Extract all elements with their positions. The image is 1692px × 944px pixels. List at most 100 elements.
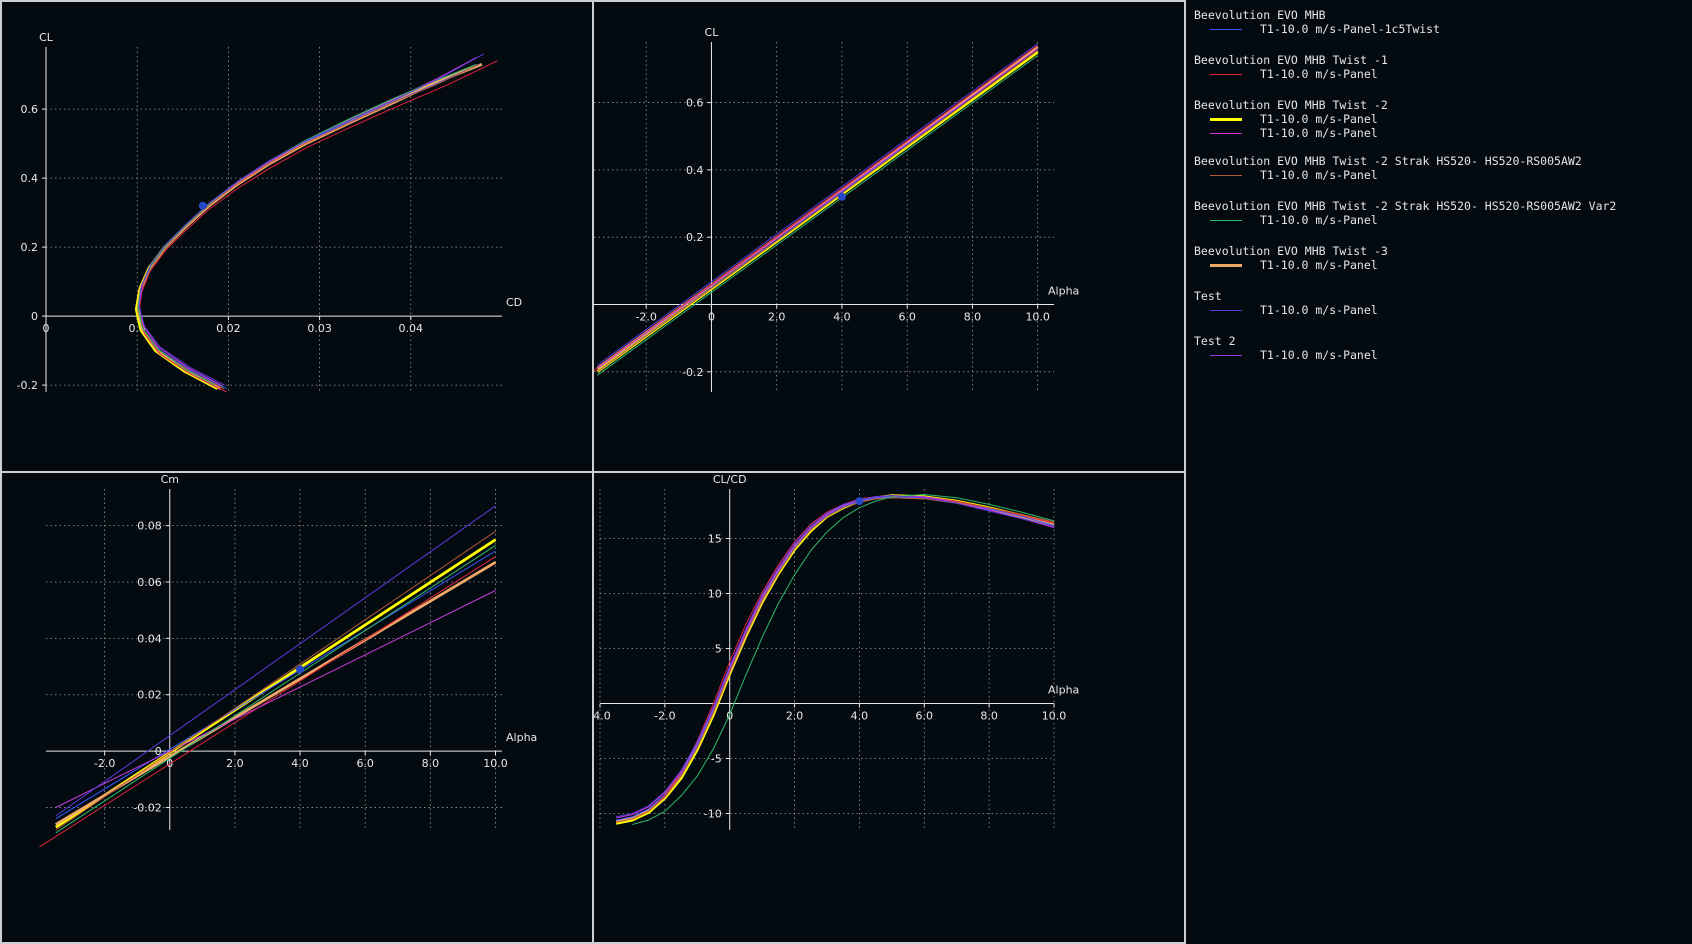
x-tick-label: 4.0 <box>291 757 309 770</box>
y-tick-label: -5 <box>711 753 722 766</box>
y-tick-label: 10 <box>708 588 722 601</box>
legend-entry-label: T1-10.0 m/s-Panel <box>1260 126 1378 140</box>
legend-group: Beevolution EVO MHB Twist -2 T1-10.0 m/s-… <box>1194 98 1684 140</box>
legend-group: Beevolution EVO MHB Twist -2 Strak HS520… <box>1194 199 1684 227</box>
x-tick-label: 8.0 <box>964 311 982 324</box>
x-tick-label: 0 <box>708 311 715 324</box>
legend-entry: T1-10.0 m/s-Panel <box>1194 67 1684 81</box>
legend-entry: T1-10.0 m/s-Panel <box>1194 168 1684 182</box>
legend-entry: T1-10.0 m/s-Panel-1c5Twist <box>1194 22 1684 36</box>
legend-group: Test 2 T1-10.0 m/s-Panel <box>1194 334 1684 362</box>
legend-swatch <box>1210 220 1242 221</box>
legend-swatch <box>1210 118 1242 121</box>
legend-entry: T1-10.0 m/s-Panel <box>1194 213 1684 227</box>
legend-swatch <box>1210 29 1242 30</box>
legend-group-title: Beevolution EVO MHB Twist -2 Strak HS520… <box>1194 154 1582 168</box>
operating-point-marker <box>296 665 305 674</box>
y-tick-label: 0.08 <box>137 520 162 533</box>
y-tick-label: -0.2 <box>682 366 703 379</box>
legend-swatch <box>1210 175 1242 176</box>
legend-group: Beevolution EVO MHB Twist -3 T1-10.0 m/s-… <box>1194 244 1684 272</box>
chart-panel-cl-vs-alpha[interactable]: -2.0 0 2.0 4.0 6.0 8.0 10.0 -0.2 0.2 0.4 0.6 Alpha C… <box>592 0 1186 473</box>
series-line-1 <box>39 556 496 848</box>
grid <box>594 42 1054 392</box>
y-tick-label: 0.4 <box>21 172 39 185</box>
x-tick-label: 4.0 <box>833 311 851 324</box>
y-tick-label: -0.2 <box>17 379 38 392</box>
legend-entry-label: T1-10.0 m/s-Panel <box>1260 168 1378 182</box>
series-line-5 <box>597 55 1038 376</box>
chart-panel-clcd-vs-alpha[interactable]: -4.0-2.002.04.06.08.010.0-10-551015Alpha… <box>592 471 1186 944</box>
x-tick-label: 2.0 <box>786 710 804 723</box>
x-tick-label: 10.0 <box>1042 710 1067 723</box>
x-tick-label: 10.0 <box>1025 311 1050 324</box>
legend-group: Beevolution EVO MHB Twist -1 T1-10.0 m/s-… <box>1194 53 1684 81</box>
x-tick-label: 0.03 <box>307 322 332 335</box>
legend-swatch <box>1210 74 1242 75</box>
series-line-5 <box>55 544 496 834</box>
x-tick-label: 6.0 <box>916 710 934 723</box>
y-axis-label: CL/CD <box>713 473 747 486</box>
x-tick-label: 6.0 <box>898 311 916 324</box>
y-tick-label: 0.4 <box>686 164 704 177</box>
y-tick-label: 0.06 <box>137 576 162 589</box>
legend-entry-label: T1-10.0 m/s-Panel <box>1260 67 1378 81</box>
y-tick-label: 0.6 <box>21 103 39 116</box>
legend-group-title: Test <box>1194 289 1222 303</box>
series-line-3 <box>55 590 496 808</box>
y-axis-label: Cm <box>161 473 179 486</box>
legend-swatch <box>1210 264 1242 267</box>
operating-point-marker <box>855 497 864 506</box>
series-group <box>134 53 498 393</box>
legend-entry: T1-10.0 m/s-Panel <box>1194 348 1684 362</box>
series-line-7 <box>616 495 1055 818</box>
x-tick-label: 0 <box>43 322 50 335</box>
y-tick-label: 0.6 <box>686 97 704 110</box>
x-tick-label: 2.0 <box>768 311 786 324</box>
x-tick-label: 0.04 <box>399 322 424 335</box>
legend-entry: T1-10.0 m/s-Panel <box>1194 258 1684 272</box>
chart-panel-cl-vs-cd[interactable]: 0 0.0 0.02 0.03 0.04 -0.2 0 0.2 0.4 0.6 CD CL <box>0 0 594 473</box>
grid <box>46 47 502 392</box>
legend-group-title: Beevolution EVO MHB Twist -2 <box>1194 98 1388 112</box>
legend-entry-label: T1-10.0 m/s-Panel-1c5Twist <box>1260 22 1441 36</box>
operating-point-marker <box>198 201 207 210</box>
legend-group-title: Beevolution EVO MHB Twist -2 Strak HS520… <box>1194 199 1617 213</box>
legend-swatch <box>1210 133 1242 134</box>
series-line-4 <box>137 63 480 390</box>
legend-group: Beevolution EVO MHB Twist -2 Strak HS520… <box>1194 154 1684 182</box>
series-line-1 <box>632 495 1055 820</box>
x-tick-label: -2.0 <box>635 311 656 324</box>
legend-entry-label: T1-10.0 m/s-Panel <box>1260 213 1378 227</box>
grid <box>599 489 1055 830</box>
legend-entry-label: T1-10.0 m/s-Panel <box>1260 112 1378 126</box>
legend-group-title: Test 2 <box>1194 334 1236 348</box>
series-line-0 <box>137 63 480 390</box>
chart-cl-vs-alpha: -2.0 0 2.0 4.0 6.0 8.0 10.0 -0.2 0.2 0.4 0.6 Alpha C… <box>594 26 1079 392</box>
y-tick-label: 0.04 <box>137 632 162 645</box>
operating-point-marker <box>837 192 846 201</box>
y-tick-label: 0.02 <box>137 689 162 702</box>
x-axis-label: CD <box>506 296 522 309</box>
legend-group: Beevolution EVO MHB T1-10.0 m/s-Panel-1c5… <box>1194 8 1684 36</box>
chart-cl-vs-cd: 0 0.0 0.02 0.03 0.04-0.200.20.40.6CDCL <box>17 31 522 393</box>
legend-entry-label: T1-10.0 m/s-Panel <box>1260 348 1378 362</box>
chart-panel-cm-vs-alpha[interactable]: -2.0 0 2.0 4.0 6.0 8.0 10.0 -0.02 0 0.02 0.04 0.06 0… <box>0 471 594 944</box>
series-line-1 <box>138 60 498 393</box>
x-tick-label: 10.0 <box>483 757 508 770</box>
x-tick-label: 8.0 <box>422 757 440 770</box>
x-tick-label: 0.02 <box>216 322 241 335</box>
series-group <box>594 43 1039 376</box>
x-tick-label: 4.0 <box>851 710 869 723</box>
x-axis-label: Alpha <box>1048 684 1079 697</box>
chart-clcd-vs-alpha: -4.0-2.002.04.06.08.010.0-10-551015Alpha… <box>594 473 1079 830</box>
x-tick-label: 8.0 <box>980 710 998 723</box>
legend-swatch <box>1210 355 1242 356</box>
y-tick-label: 0.2 <box>686 231 704 244</box>
legend-group-title: Beevolution EVO MHB <box>1194 8 1326 22</box>
y-tick-label: 0.2 <box>21 241 39 254</box>
x-axis-label: Alpha <box>1048 285 1079 298</box>
x-axis-label: Alpha <box>506 731 537 744</box>
series-line-4 <box>597 49 1038 373</box>
legend-entry: T1-10.0 m/s-Panel <box>1194 303 1684 317</box>
